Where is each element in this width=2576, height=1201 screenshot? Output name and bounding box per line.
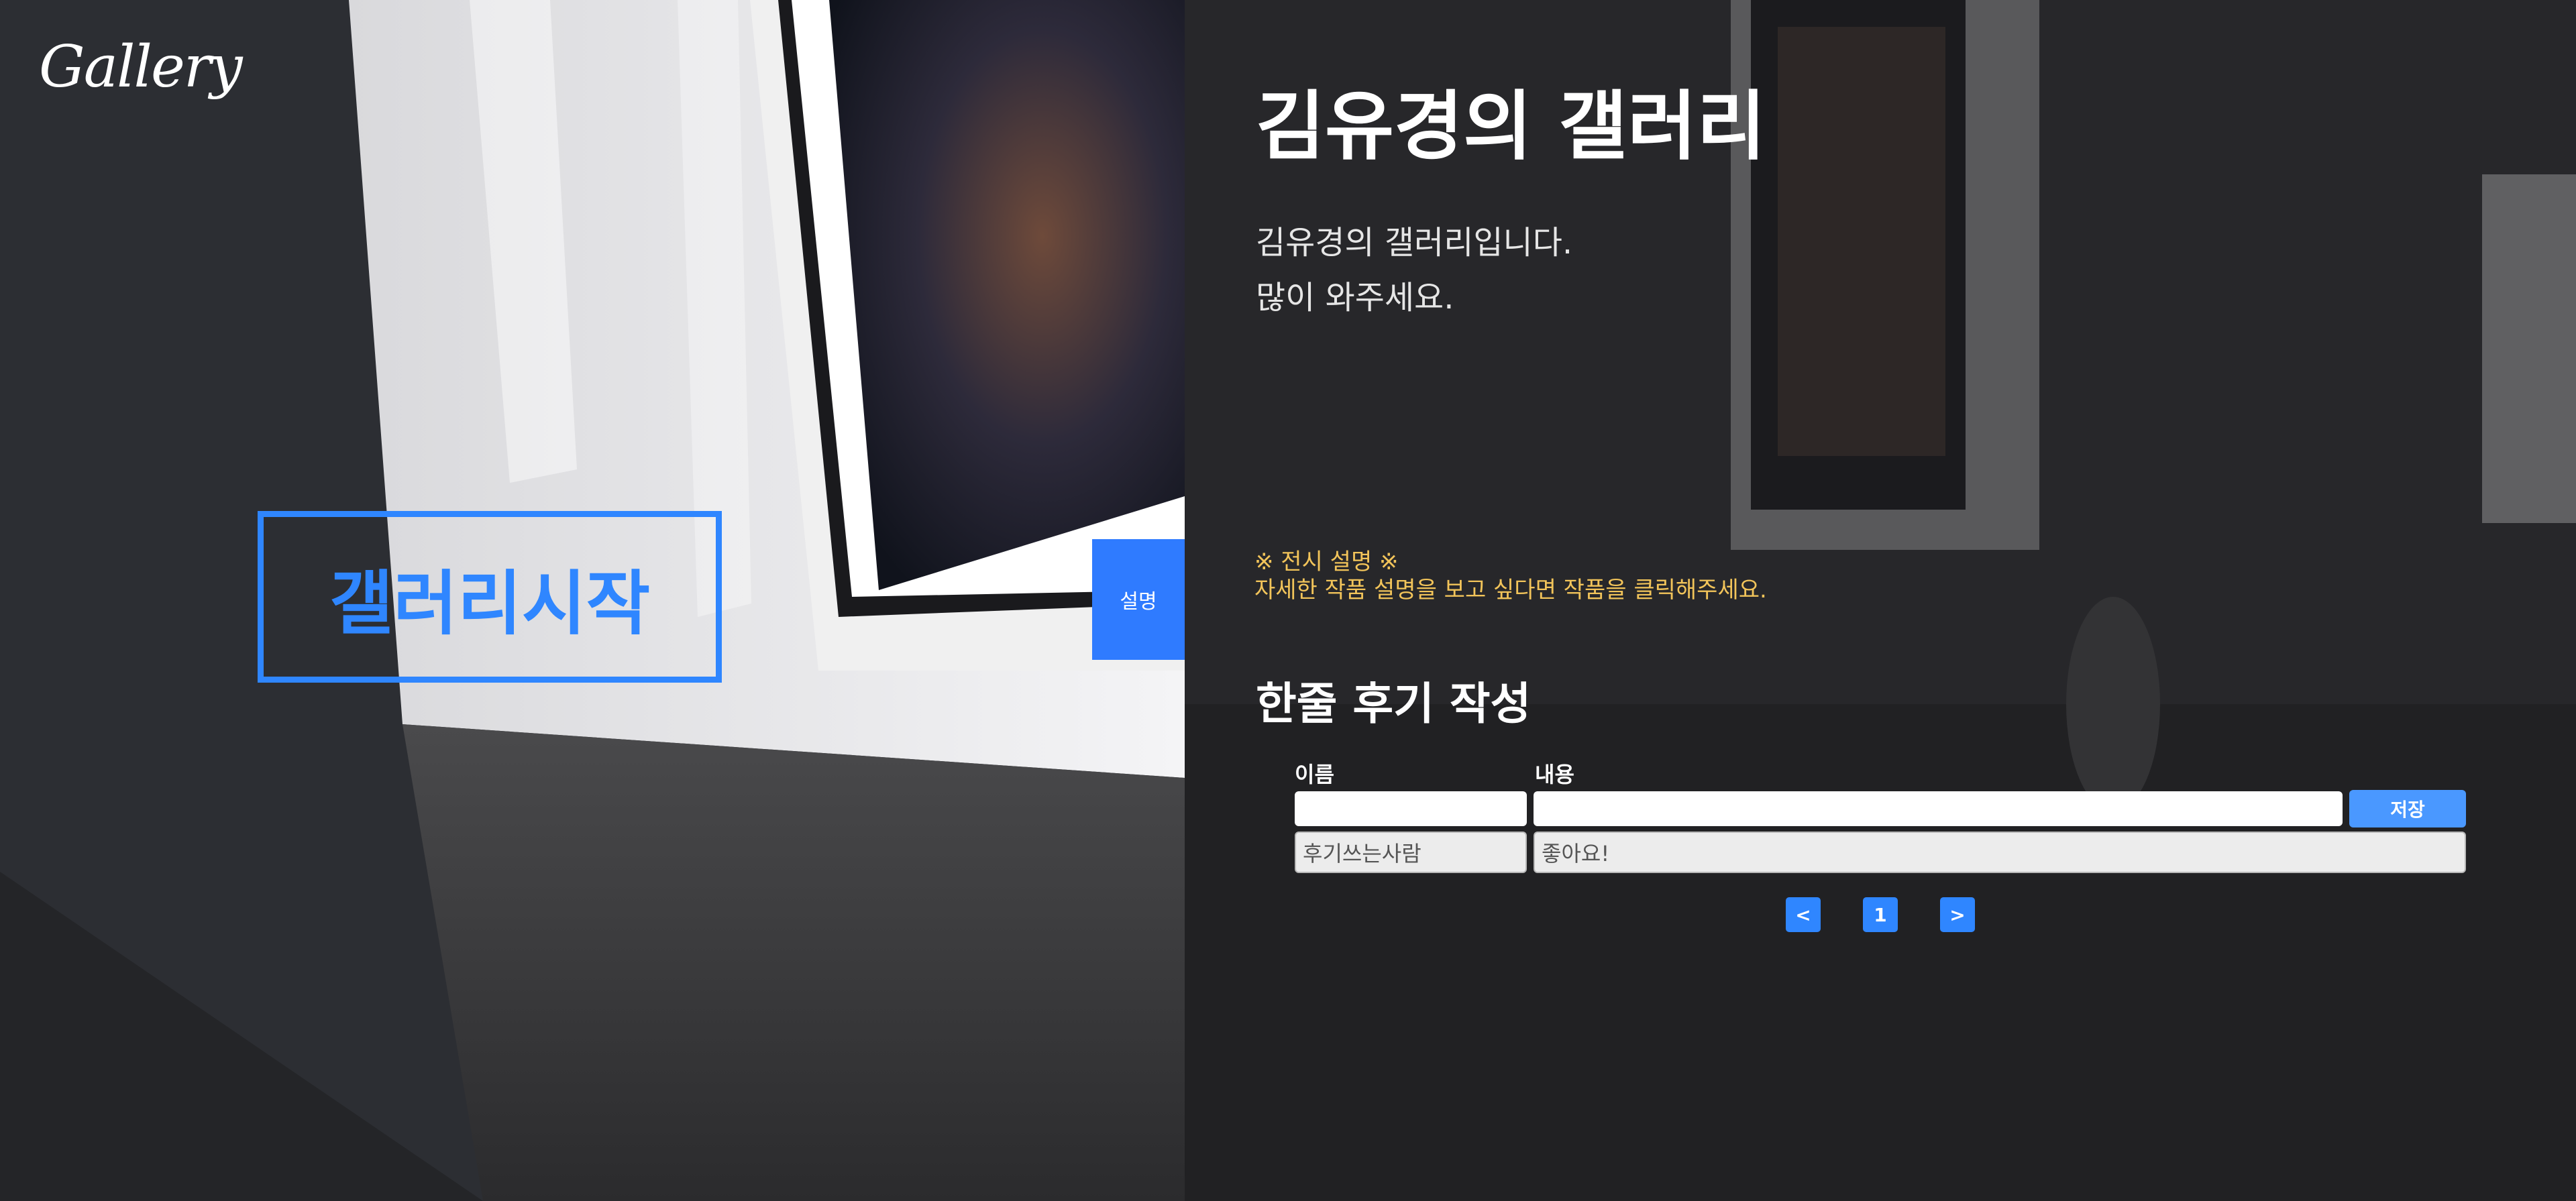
review-name-label: 이름 [1295, 762, 1334, 787]
exhibition-notice-text: 자세한 작품 설명을 보고 싶다면 작품을 클릭해주세요. [1254, 577, 1767, 604]
gallery-logo[interactable]: Gallery [39, 34, 243, 101]
gallery-intro-line: 많이 와주세요. [1256, 279, 1454, 317]
review-section-heading: 한줄 후기 작성 [1256, 678, 1532, 730]
pagination-prev-button[interactable]: < [1786, 897, 1821, 932]
start-gallery-button[interactable]: 갤러리시작 [258, 511, 722, 683]
save-review-button[interactable]: 저장 [2349, 790, 2466, 827]
gallery-intro-line: 김유경의 갤러리입니다. [1256, 224, 1573, 262]
review-entry-name: 후기쓰는사람 [1295, 832, 1527, 873]
pagination-next-button[interactable]: > [1940, 897, 1975, 932]
review-content-label: 내용 [1535, 762, 1574, 787]
gallery-title: 김유경의 갤러리 [1256, 83, 1766, 170]
pagination-page-button[interactable]: 1 [1863, 897, 1898, 932]
review-content-input[interactable] [1534, 791, 2343, 826]
review-entry-content: 좋아요! [1534, 832, 2466, 873]
description-tab-button[interactable]: 설명 [1092, 539, 1185, 660]
review-name-input[interactable] [1295, 791, 1527, 826]
